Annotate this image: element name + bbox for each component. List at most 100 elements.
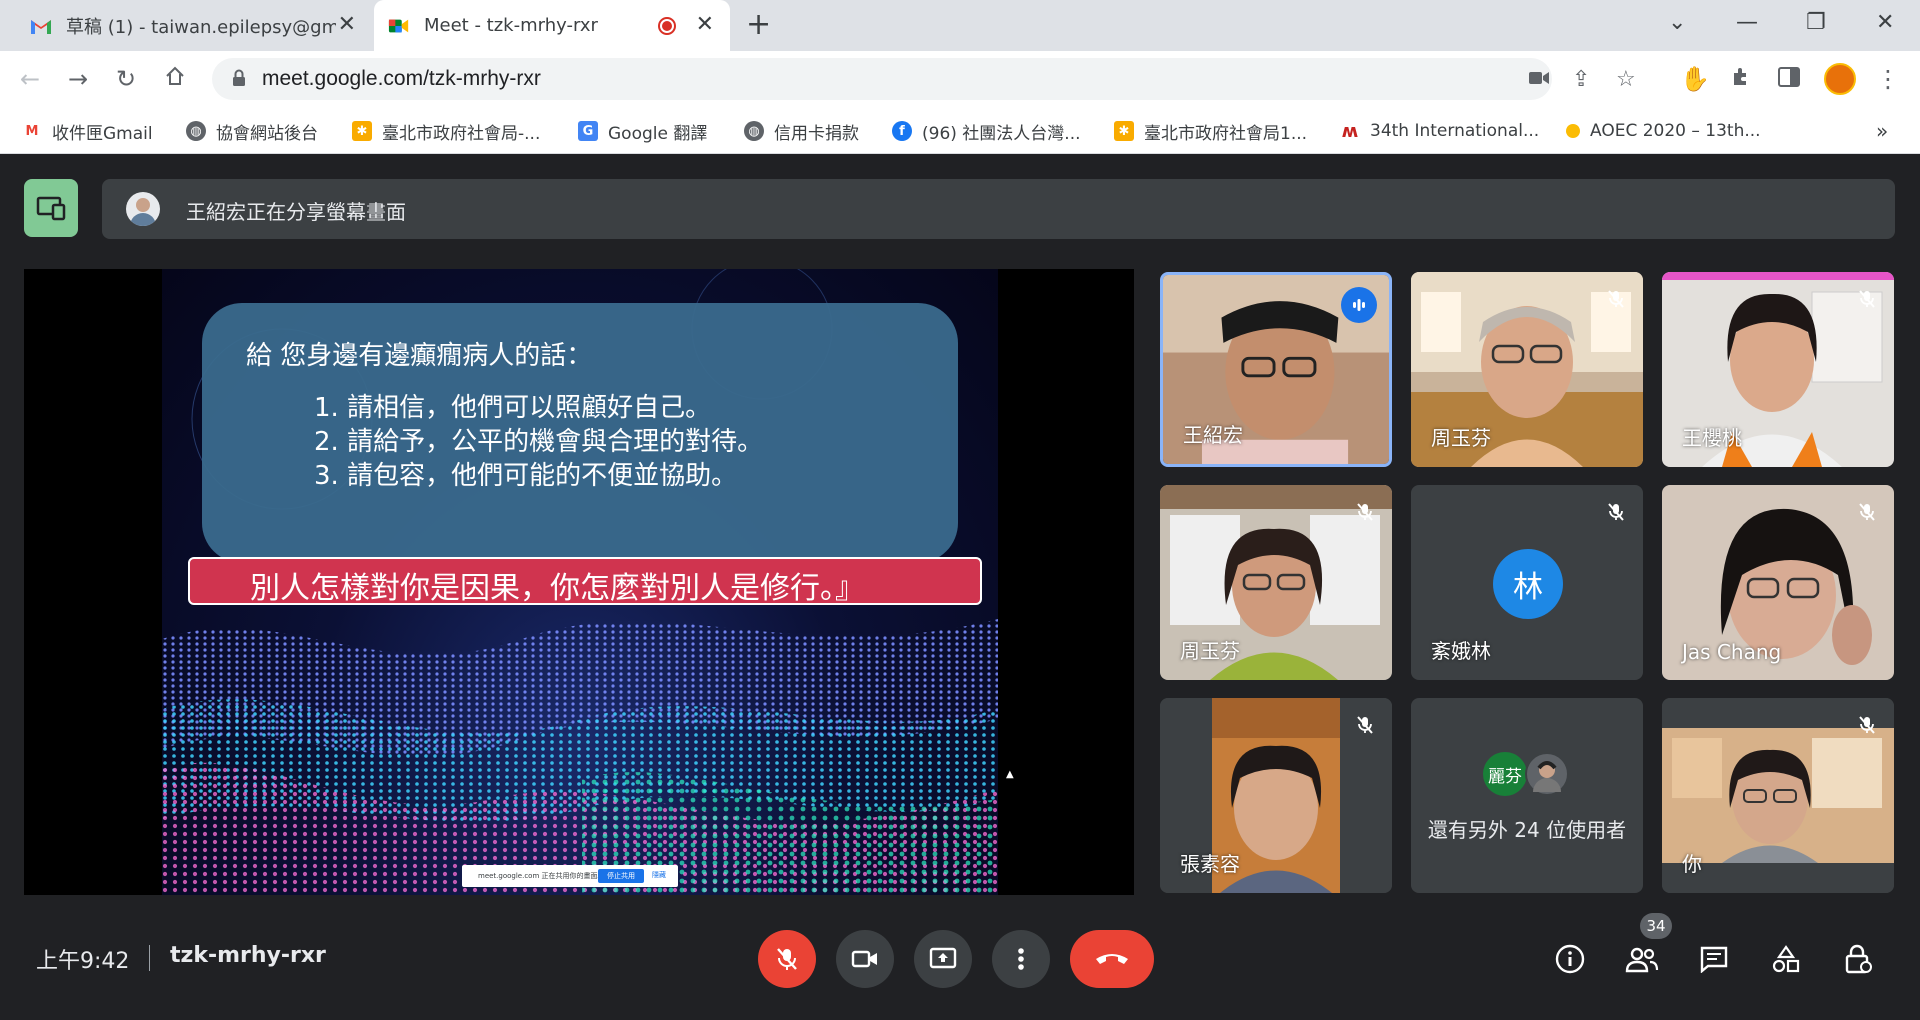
bookmark-item[interactable]: M 收件匣Gmail	[22, 118, 153, 144]
share-icon[interactable]: ⇪	[1572, 67, 1590, 92]
tab-gmail[interactable]: 草稿 (1) - taiwan.epilepsy@gmail.com ✕	[16, 0, 372, 51]
bookmark-item[interactable]: ʍ 34th International...	[1340, 118, 1540, 144]
close-window-button[interactable]: ✕	[1876, 8, 1894, 38]
tab-title: 草稿 (1) - taiwan.epilepsy@gmail.com	[66, 16, 336, 38]
meet-icon	[388, 15, 410, 37]
participant-tile[interactable]: Jas Chang	[1662, 485, 1894, 680]
chrome-menu-icon[interactable]: ⋮	[1876, 64, 1900, 94]
host-controls-button[interactable]	[1840, 941, 1876, 977]
participant-tile[interactable]: 你	[1662, 698, 1894, 893]
divider	[149, 945, 150, 971]
present-screen-icon	[36, 196, 66, 221]
present-icon	[929, 947, 957, 969]
end-call-icon	[1096, 954, 1128, 964]
more-participants-text: 還有另外 24 位使用者	[1427, 818, 1627, 842]
taipei-gov-icon: ✱	[352, 121, 372, 141]
meeting-details-button[interactable]	[1552, 941, 1588, 977]
back-icon[interactable]: ←	[20, 64, 40, 94]
bookmark-label: AOEC 2020 – 13th...	[1590, 121, 1761, 141]
present-now-button[interactable]	[914, 930, 972, 988]
bookmark-label: 臺北市政府社會局-...	[382, 123, 541, 144]
participant-name: 周玉芬	[1431, 426, 1491, 450]
home-icon[interactable]	[164, 64, 186, 94]
bookmark-item[interactable]: f (96) 社團法人台灣...	[892, 118, 1081, 144]
people-icon	[1625, 947, 1659, 973]
participant-tile[interactable]: 林 紊娥林	[1411, 485, 1643, 680]
bookmark-item[interactable]: ◍ 協會網站後台	[186, 118, 318, 144]
tab-search-icon[interactable]: ⌄	[1668, 8, 1686, 38]
hand-extension-icon[interactable]: ✋	[1680, 64, 1710, 94]
camera-toggle-button[interactable]	[836, 930, 894, 988]
extensions-icon[interactable]	[1730, 64, 1752, 94]
stop-sharing-button[interactable]: 停止共用	[598, 869, 644, 883]
restore-button[interactable]: ❐	[1806, 8, 1826, 38]
participant-name: 王櫻桃	[1682, 426, 1742, 450]
bookmark-item[interactable]: AOEC 2020 – 13th...	[1566, 118, 1761, 144]
meeting-clock: 上午9:42	[36, 949, 130, 974]
muted-mic-icon	[1601, 284, 1631, 314]
bookmarks-overflow-button[interactable]: »	[1876, 118, 1888, 144]
presentation-layout-button[interactable]	[24, 179, 78, 237]
participant-tile[interactable]: 王櫻桃	[1662, 272, 1894, 467]
screen-share-notice: meet.google.com 正在共用你的畫面。 停止共用 隱藏	[462, 865, 678, 887]
microphone-toggle-button[interactable]	[758, 930, 816, 988]
slide-list-item: 1. 請相信，他們可以照顧好自己。	[314, 393, 712, 423]
gmail-icon: M	[25, 123, 39, 139]
participant-name: 你	[1682, 852, 1702, 876]
profile-avatar[interactable]	[1824, 63, 1856, 95]
forward-icon[interactable]: →	[68, 64, 88, 94]
chat-icon	[1700, 946, 1728, 973]
new-tab-button[interactable]: +	[746, 8, 771, 42]
activities-button[interactable]	[1768, 941, 1804, 977]
close-tab-icon[interactable]: ✕	[338, 14, 356, 36]
participant-tile[interactable]: 王紹宏	[1160, 272, 1392, 467]
bookmark-item[interactable]: ◍ 信用卡捐款	[744, 118, 859, 144]
speaking-indicator-icon	[1341, 287, 1377, 323]
url-text: meet.google.com/tzk-mrhy-rxr	[262, 67, 541, 90]
activities-icon	[1772, 945, 1800, 973]
close-tab-icon[interactable]: ✕	[696, 14, 714, 36]
bookmark-item[interactable]: ✱ 臺北市政府社會局1...	[1114, 118, 1307, 144]
bookmark-label: 協會網站後台	[216, 123, 318, 144]
tab-strip: 草稿 (1) - taiwan.epilepsy@gmail.com ✕ Mee…	[0, 0, 1920, 51]
participant-name: 張素容	[1180, 852, 1240, 876]
bookmarks-bar: M 收件匣Gmail ◍ 協會網站後台 ✱ 臺北市政府社會局-... G Goo…	[0, 108, 1920, 154]
bookmark-label: Google 翻譯	[608, 123, 708, 144]
omnibox[interactable]: meet.google.com/tzk-mrhy-rxr ⇪ ☆	[212, 58, 1636, 100]
minimize-button[interactable]: —	[1736, 8, 1758, 38]
presentation-stage: 給 您身邊有邊癲癇病人的話： 1. 請相信，他們可以照顧好自己。 2. 請給予，…	[24, 269, 1134, 895]
muted-mic-icon	[1350, 710, 1380, 740]
globe-icon: ◍	[744, 121, 764, 141]
bookmark-item[interactable]: G Google 翻譯	[578, 118, 707, 144]
more-vert-icon	[1018, 948, 1024, 970]
presenter-avatar	[126, 192, 160, 226]
more-options-button[interactable]	[992, 930, 1050, 988]
leave-call-button[interactable]	[1070, 930, 1154, 988]
participant-initial-avatar: 林	[1493, 549, 1563, 619]
tab-meet[interactable]: Meet - tzk-mrhy-rxr ✕	[374, 0, 730, 51]
gmail-icon	[30, 15, 52, 37]
more-participants-tile[interactable]: 麗芬 還有另外 24 位使用者	[1411, 698, 1643, 893]
reload-icon[interactable]: ↻	[116, 64, 136, 94]
hide-notice-button[interactable]: 隱藏	[652, 870, 666, 880]
participant-mini-avatar-photo	[1525, 752, 1569, 796]
bookmark-item[interactable]: ✱ 臺北市政府社會局-...	[352, 118, 540, 144]
share-notice-text: meet.google.com 正在共用你的畫面。	[478, 872, 605, 880]
muted-mic-icon	[1852, 284, 1882, 314]
bookmark-star-icon[interactable]: ☆	[1616, 67, 1636, 92]
camera-icon	[851, 950, 877, 968]
conference-logo-icon: ʍ	[1341, 120, 1359, 142]
lock-icon[interactable]	[232, 69, 246, 87]
info-icon	[1555, 944, 1585, 974]
participant-tile[interactable]: 張素容	[1160, 698, 1392, 893]
participant-tile[interactable]: 周玉芬	[1411, 272, 1643, 467]
bookmark-label: 收件匣Gmail	[52, 123, 153, 144]
mouse-cursor-icon: ▲	[1006, 769, 1014, 780]
muted-mic-icon	[1601, 497, 1631, 527]
participant-count-badge: 34	[1640, 913, 1672, 939]
camera-in-use-icon[interactable]	[1528, 67, 1550, 92]
participant-tile[interactable]: 周玉芬	[1160, 485, 1392, 680]
people-button[interactable]	[1624, 941, 1660, 977]
chat-button[interactable]	[1696, 941, 1732, 977]
side-panel-icon[interactable]	[1778, 64, 1800, 94]
